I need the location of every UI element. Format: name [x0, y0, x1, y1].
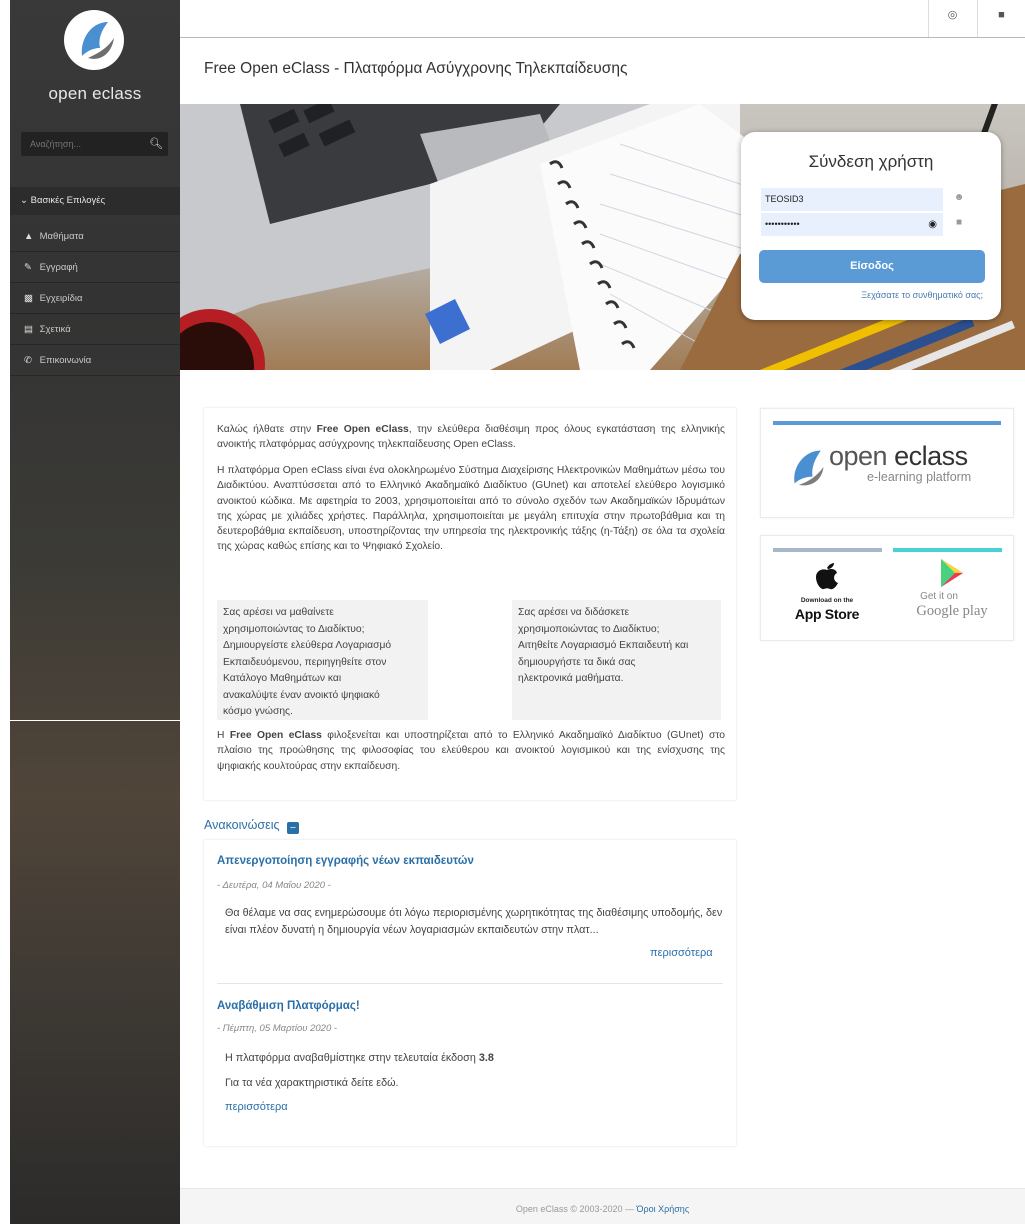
footer-text: Open eClass © 2003-2020 —	[515, 1204, 637, 1214]
teacher-box: Σας αρέσει να διδάσκετε χρησιμοποιώντας …	[512, 600, 721, 720]
globe-icon[interactable]: ◎	[928, 0, 976, 37]
learner-line: Εκπαιδευόμενου, περιηγηθείτε στον	[223, 656, 387, 668]
appstore-small-text: Download on the	[800, 597, 854, 604]
sidebar-item-label: Εγγραφή	[39, 262, 78, 273]
brand-name: open eclass	[829, 441, 968, 472]
user-icon: ☻	[953, 192, 965, 203]
apps-accent-right	[893, 548, 1002, 552]
footer: Open eClass © 2003-2020 — Όροι Χρήσης	[180, 1188, 1025, 1224]
page-title: Free Open eClass - Πλατφόρμα Ασύγχρονης …	[204, 60, 628, 77]
menu-header[interactable]: ⌄ Βασικές Επιλογές	[10, 187, 180, 215]
divider	[10, 720, 180, 721]
sidebar-item-courses[interactable]: ▲ Μαθήματα	[10, 222, 180, 252]
announcement-body: Η πλατφόρμα αναβαθμίστηκε στην τελευταία…	[225, 1050, 725, 1067]
eye-icon[interactable]: ◉	[928, 213, 937, 236]
menu-header-label: Βασικές Επιλογές	[30, 195, 106, 206]
terms-link[interactable]: Όροι Χρήσης	[637, 1204, 690, 1214]
teacher-line: Σας αρέσει να διδάσκετε	[518, 607, 630, 618]
announcements-title: Ανακοινώσεις ∽	[204, 818, 299, 834]
learner-line: χρησιμοποιώντας το Διαδίκτυο;	[223, 623, 365, 635]
learner-line: ανακαλύψτε έναν ανοικτό ψηφιακό	[223, 689, 380, 701]
graduation-cap-icon: ▲	[24, 231, 34, 242]
announcement-date: - Πέμπτη, 05 Μαρτίου 2020 -	[217, 1023, 338, 1034]
login-button[interactable]: Είσοδος	[759, 250, 985, 283]
sidebar-item-manuals[interactable]: ▩ Εγχειρίδια	[10, 284, 180, 314]
sidebar-item-label: Επικοινωνία	[39, 355, 92, 366]
brand-open: open	[829, 441, 888, 471]
announcement-text: Η πλατφόρμα αναβαθμίστηκε στην τελευταία…	[225, 1052, 479, 1064]
apple-icon	[816, 563, 838, 590]
password-field[interactable]: ••••••••••• ◉	[761, 213, 943, 236]
sidebar-item-label: Εγχειρίδια	[39, 293, 83, 304]
forgot-password-link[interactable]: Ξεχάσατε το συνθηματικό σας;	[861, 290, 983, 300]
lock-icon: ■	[955, 217, 963, 228]
login-title: Σύνδεση χρήστη	[808, 152, 934, 171]
more-link[interactable]: περισσότερα	[650, 947, 713, 959]
intro-paragraph-2: Η πλατφόρμα Open eClass είναι ένα ολοκλη…	[217, 465, 725, 553]
login-panel: Σύνδεση χρήστη TEOSID3 ☻ ••••••••••• ◉ ■…	[741, 132, 1001, 320]
announcement-body-2: Για τα νέα χαρακτηριστικά δείτε εδώ.	[225, 1077, 399, 1089]
announcement-title[interactable]: Απενεργοποίηση εγγραφής νέων εκπαιδευτών	[217, 855, 474, 867]
gplay-big-text: Google play	[916, 603, 988, 619]
google-play-button[interactable]: Get it on Google play	[907, 558, 997, 628]
learner-line: κόσμο γνώσης.	[223, 706, 293, 717]
intro-bold: Free Open eClass	[229, 730, 322, 741]
announcement-title[interactable]: Αναβάθμιση Πλατφόρμας!	[217, 1000, 360, 1012]
version-number: 3.8	[478, 1052, 494, 1064]
announcements-title-text: Ανακοινώσεις	[204, 818, 280, 832]
phone-icon: ✆	[24, 355, 32, 366]
intro-paragraph-1: Καλώς ήλθατε στην Free Open eClass, την …	[217, 422, 725, 453]
sidebar-item-label: Σχετικά	[39, 324, 71, 335]
sidebar: open eclass 🔍︎ ⌄ Βασικές Επιλογές ▲ Μαθή…	[10, 0, 180, 1224]
sidebar-search: 🔍︎	[21, 132, 168, 156]
intro-paragraph-3: Η Free Open eClass φιλοξενείται και υποσ…	[217, 728, 725, 774]
sidebar-item-label: Μαθήματα	[39, 231, 84, 242]
username-field[interactable]: TEOSID3	[761, 188, 943, 211]
search-icon[interactable]: 🔍︎	[144, 132, 168, 156]
sidebar-item-register[interactable]: ✎ Εγγραφή	[10, 253, 180, 283]
teacher-line: Αιτηθείτε Λογαριασμό Εκπαιδευτή και	[518, 640, 689, 651]
intro-card: Καλώς ήλθατε στην Free Open eClass, την …	[204, 408, 736, 800]
brand-box-accent	[773, 421, 1001, 425]
eclass-logo-icon	[794, 450, 824, 486]
gplay-small-text: Get it on	[920, 591, 958, 602]
eclass-logo-icon	[64, 10, 124, 70]
sidebar-logo-text: open eclass	[48, 84, 142, 103]
announcement-separator	[217, 983, 723, 984]
intro-text: Η	[217, 730, 230, 741]
announcement-date: - Δευτέρα, 04 Μαΐου 2020 -	[217, 880, 331, 891]
file-icon: ▩	[24, 293, 33, 304]
sidebar-item-about[interactable]: ▤ Σχετικά	[10, 315, 180, 345]
brand-tagline: e-learning platform	[867, 470, 972, 484]
teacher-line: δημιουργήστε τα δικά σας	[518, 656, 636, 668]
pencil-icon: ✎	[24, 262, 32, 273]
teacher-line: ηλεκτρονικά μαθήματα.	[518, 673, 624, 684]
card-icon: ▤	[24, 324, 33, 335]
announcements-card: Απενεργοποίηση εγγραφής νέων εκπαιδευτών…	[204, 840, 736, 1146]
intro-text: Καλώς ήλθατε στην	[217, 424, 317, 435]
lock-icon[interactable]: ■	[977, 0, 1025, 37]
appstore-big-text: App Store	[794, 606, 860, 622]
learner-line: Κατάλογο Μαθημάτων και	[223, 673, 342, 684]
password-value: •••••••••••	[765, 219, 800, 229]
more-link[interactable]: περισσότερα	[225, 1101, 288, 1113]
google-play-icon	[941, 559, 963, 587]
sidebar-item-contact[interactable]: ✆ Επικοινωνία	[10, 346, 180, 376]
brand-eclass: eclass	[894, 441, 968, 471]
app-store-button[interactable]: Download on the App Store	[785, 560, 869, 630]
intro-bold: Free Open eClass	[316, 424, 409, 435]
learner-box: Σας αρέσει να μαθαίνετε χρησιμοποιώντας …	[217, 600, 428, 720]
rss-icon[interactable]: ∽	[287, 822, 299, 834]
announcement-body: Θα θέλαμε να σας ενημερώσουμε ότι λόγω π…	[225, 907, 723, 936]
chevron-down-icon: ⌄	[20, 195, 28, 206]
search-input[interactable]	[21, 132, 141, 156]
learner-line: Σας αρέσει να μαθαίνετε	[223, 607, 334, 618]
teacher-line: χρησιμοποιώντας το Διαδίκτυο;	[518, 623, 660, 635]
learner-line: Δημιουργείστε ελεύθερα Λογαριασμό	[223, 640, 392, 651]
apps-accent-left	[773, 548, 882, 552]
top-bar: ◎ ■	[180, 0, 1025, 38]
brand-box: open eclass e-learning platform	[760, 408, 1014, 518]
apps-box: Download on the App Store Get it on Goog…	[760, 535, 1014, 641]
sidebar-logo[interactable]: open eclass	[10, 0, 180, 120]
